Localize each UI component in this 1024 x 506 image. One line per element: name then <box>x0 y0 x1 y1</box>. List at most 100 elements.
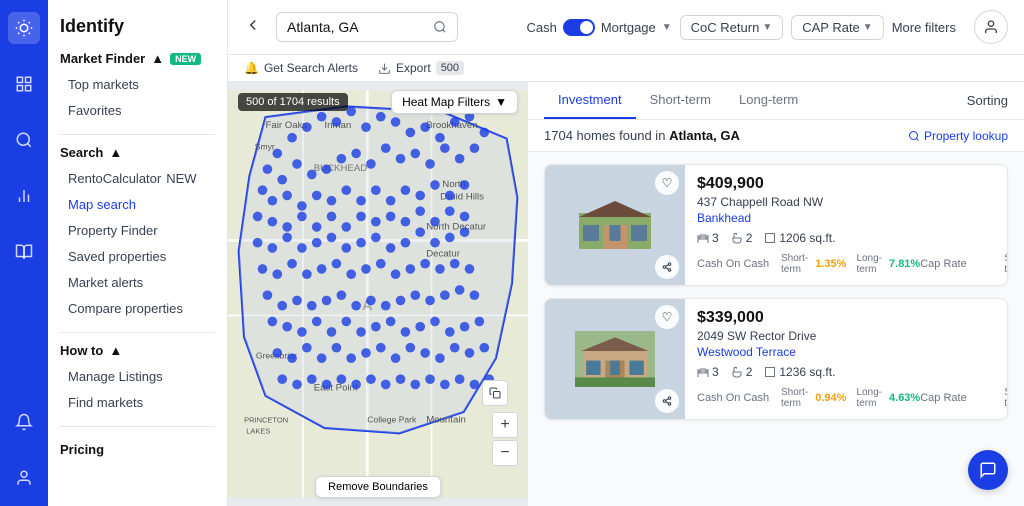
svg-text:BUCKHEAD: BUCKHEAD <box>314 163 368 174</box>
user-rail-icon[interactable] <box>8 462 40 494</box>
sidebar-item-manage-listings[interactable]: Manage Listings <box>60 364 215 389</box>
svg-text:Smyr: Smyr <box>255 141 275 151</box>
property-lookup-button[interactable]: Property lookup <box>908 129 1008 143</box>
card-address-1: 437 Chappell Road NW <box>697 195 1008 209</box>
toggle-switch[interactable] <box>563 19 595 36</box>
sidebar-item-find-markets[interactable]: Find markets <box>60 390 215 415</box>
property-card: ♡ $409,900 437 Chappell Road NW Bankhead <box>544 164 1008 286</box>
location-search-input[interactable] <box>287 19 427 35</box>
card-metrics-2: Cash On Cash Short-term 0.94% Long-term … <box>697 387 1008 409</box>
more-filters-button[interactable]: More filters <box>892 20 956 35</box>
map-svg: Fair Oaks Smyr Brookhaven North Druid Hi… <box>228 82 528 506</box>
bell-rail-icon[interactable] <box>8 406 40 438</box>
mortgage-chevron-icon: ▼ <box>662 22 672 33</box>
bed-icon-1 <box>697 233 709 243</box>
svg-text:PRINCETON: PRINCETON <box>244 416 288 425</box>
search-rail-icon[interactable] <box>8 124 40 156</box>
card-neighborhood-2[interactable]: Westwood Terrace <box>697 345 1008 359</box>
short-term-coc-val-2: 0.94% <box>815 392 846 404</box>
back-button[interactable] <box>244 16 262 39</box>
sidebar-item-saved-properties[interactable]: Saved properties <box>60 244 215 269</box>
market-finder-section[interactable]: Market Finder ▲ NEW <box>60 51 215 66</box>
share-button-2[interactable] <box>655 389 679 413</box>
favorite-button-1[interactable]: ♡ <box>655 171 679 195</box>
location-search-icon <box>433 20 447 34</box>
share-icon-2 <box>662 396 672 406</box>
divider-2 <box>60 332 215 333</box>
mortgage-label: Mortgage <box>601 20 656 35</box>
remove-boundaries-button[interactable]: Remove Boundaries <box>315 476 441 498</box>
sqft-count-1: 1206 sq.ft. <box>779 231 835 245</box>
tab-investment[interactable]: Investment <box>544 82 636 119</box>
sidebar-item-market-alerts[interactable]: Market alerts <box>60 270 215 295</box>
export-button[interactable]: Export 500 <box>378 61 464 75</box>
card-price-1: $409,900 <box>697 175 1008 193</box>
main-body: 500 of 1704 results Heat Map Filters ▼ <box>228 82 1024 506</box>
svg-text:East Point: East Point <box>314 382 358 393</box>
sidebar-item-top-markets[interactable]: Top markets <box>60 72 215 97</box>
sidebar-item-pricing[interactable]: Pricing <box>60 437 215 462</box>
zoom-in-button[interactable]: + <box>492 412 518 438</box>
cap-rate-chevron-icon: ▼ <box>863 22 873 33</box>
topbar: Cash Mortgage ▼ CoC Return ▼ CAP Rate ▼ … <box>228 0 1024 55</box>
sorting-button[interactable]: Sorting <box>967 93 1008 108</box>
profile-button[interactable] <box>974 10 1008 44</box>
cap-label-1: Cap Rate <box>920 258 1000 270</box>
chat-bubble-button[interactable] <box>968 450 1008 490</box>
cash-label: Cash <box>526 20 556 35</box>
map-topbar: 500 of 1704 results Heat Map Filters ▼ <box>228 82 528 122</box>
market-finder-label: Market Finder <box>60 51 145 66</box>
copy-icon <box>489 387 501 399</box>
property-lookup-label: Property lookup <box>924 129 1008 143</box>
tab-long-term[interactable]: Long-term <box>725 82 812 119</box>
short-term-label-1: Short-term <box>781 253 808 275</box>
subbar: 🔔 Get Search Alerts Export 500 <box>228 55 1024 82</box>
chat-icon <box>979 461 997 479</box>
heat-map-chevron-icon: ▼ <box>495 95 507 109</box>
card-metrics-1: Cash On Cash Short-term 1.35% Long-term … <box>697 253 1008 275</box>
svg-text:College Park: College Park <box>367 415 417 425</box>
alert-bell-icon: 🔔 <box>244 61 259 75</box>
house-illustration-2 <box>575 329 655 389</box>
chevron-up-howto-icon: ▲ <box>109 343 122 358</box>
heat-map-filter-button[interactable]: Heat Map Filters ▼ <box>391 90 518 114</box>
sqft-spec-2: 1236 sq.ft. <box>764 365 835 379</box>
rentocalculator-new-badge: NEW <box>166 171 196 186</box>
zoom-out-button[interactable]: − <box>492 440 518 466</box>
heat-map-label: Heat Map Filters <box>402 95 490 109</box>
lightbulb-icon[interactable] <box>8 12 40 44</box>
card-specs-1: 3 2 <box>697 231 1008 245</box>
card-specs-2: 3 2 <box>697 365 1008 379</box>
new-badge: NEW <box>170 53 201 65</box>
cap-label-2: Cap Rate <box>920 392 1000 404</box>
long-term-label-1: Long-term <box>856 253 882 275</box>
map-results-badge: 500 of 1704 results <box>238 93 348 111</box>
get-search-alerts-button[interactable]: 🔔 Get Search Alerts <box>244 61 358 75</box>
coc-return-filter[interactable]: CoC Return ▼ <box>680 15 784 40</box>
favorite-button-2[interactable]: ♡ <box>655 305 679 329</box>
sidebar-item-property-finder[interactable]: Property Finder <box>60 218 215 243</box>
search-section[interactable]: Search ▲ <box>60 145 215 160</box>
chart-icon[interactable] <box>8 180 40 212</box>
copy-map-button[interactable] <box>482 380 508 406</box>
tabs-bar: Investment Short-term Long-term Sorting <box>528 82 1024 120</box>
grid-icon[interactable] <box>8 68 40 100</box>
svg-text:Decatur: Decatur <box>426 248 460 259</box>
card-image-2: ♡ <box>545 299 685 419</box>
share-button-1[interactable] <box>655 255 679 279</box>
sidebar-item-favorites[interactable]: Favorites <box>60 98 215 123</box>
content-area: Cash Mortgage ▼ CoC Return ▼ CAP Rate ▼ … <box>228 0 1024 506</box>
lookup-icon <box>908 130 920 142</box>
divider-1 <box>60 134 215 135</box>
long-term-coc-val-1: 7.81% <box>889 258 920 270</box>
book-icon[interactable] <box>8 236 40 268</box>
sidebar-item-compare-properties[interactable]: Compare properties <box>60 296 215 321</box>
howto-section[interactable]: How to ▲ <box>60 343 215 358</box>
tab-short-term[interactable]: Short-term <box>636 82 725 119</box>
beds-spec-1: 3 <box>697 231 719 245</box>
sidebar-item-map-search[interactable]: Map search <box>60 192 215 217</box>
cap-rate-filter[interactable]: CAP Rate ▼ <box>791 15 883 40</box>
card-neighborhood-1[interactable]: Bankhead <box>697 211 1008 225</box>
sidebar-item-rentocalculator[interactable]: RentoCalculator NEW <box>60 166 215 191</box>
cash-mortgage-toggle[interactable]: Cash Mortgage ▼ <box>526 19 671 36</box>
